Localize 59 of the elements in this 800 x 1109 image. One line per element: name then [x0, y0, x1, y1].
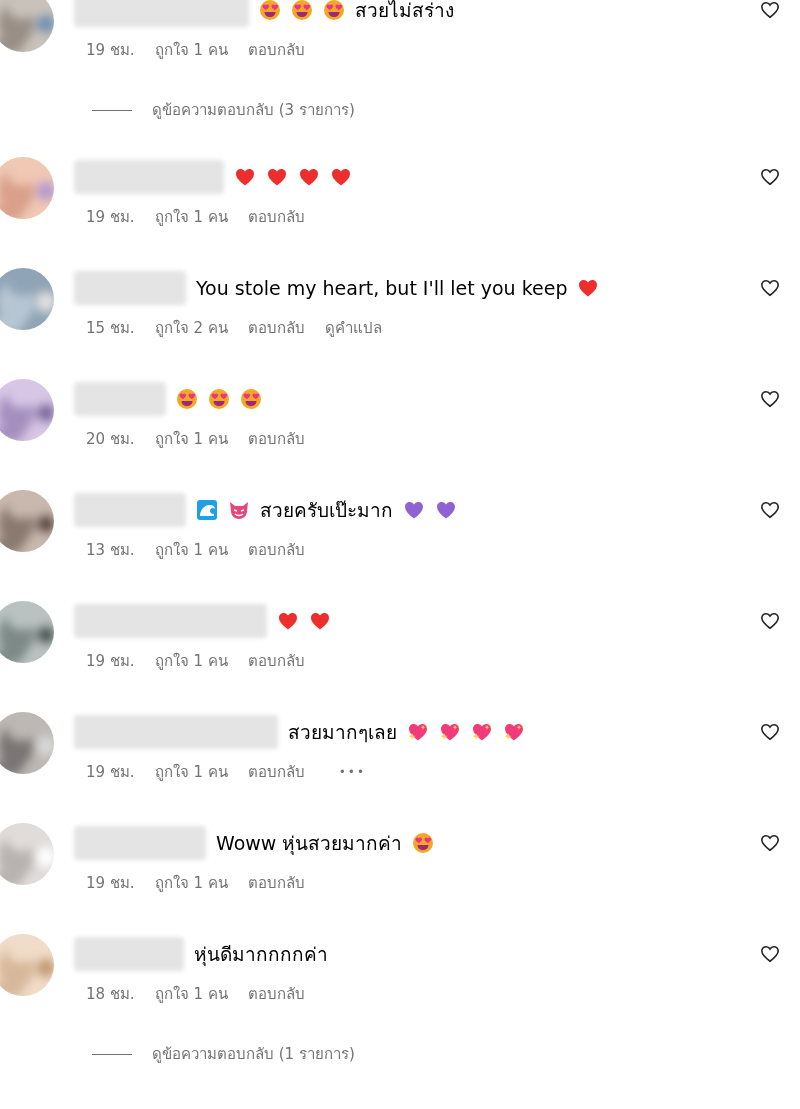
- translate-link[interactable]: ดูคำแปล: [324, 316, 382, 340]
- like-heart-icon[interactable]: [760, 611, 780, 631]
- like-heart-icon[interactable]: [760, 833, 780, 853]
- likes-link[interactable]: ถูกใจ 1 คน: [154, 982, 228, 1006]
- cat-face-icon: [228, 499, 250, 521]
- like-heart-icon[interactable]: [760, 722, 780, 742]
- wave-icon: [196, 499, 218, 521]
- heart-eyes-smiley-icon: [291, 0, 313, 21]
- likes-link[interactable]: ถูกใจ 1 คน: [154, 871, 228, 895]
- likes-link[interactable]: ถูกใจ 1 คน: [154, 649, 228, 673]
- heart-eyes-smiley-icon: [208, 388, 230, 410]
- sparkling-heart-icon: [407, 721, 429, 743]
- comment-time: 19 ชม.: [86, 206, 135, 228]
- reply-link[interactable]: ตอบกลับ: [247, 649, 305, 673]
- more-options-button[interactable]: •••: [338, 763, 366, 781]
- reply-link[interactable]: ตอบกลับ: [247, 982, 305, 1006]
- likes-link[interactable]: ถูกใจ 1 คน: [154, 38, 228, 62]
- heart-eyes-smiley-icon: [240, 388, 262, 410]
- comment-text: สวยไม่สร่าง: [355, 0, 454, 23]
- sparkling-heart-icon: [503, 721, 525, 743]
- comment-time: 20 ชม.: [86, 428, 135, 450]
- heart-eyes-smiley-icon: [412, 832, 435, 854]
- like-heart-icon[interactable]: [760, 944, 780, 964]
- comment-time: 19 ชม.: [86, 872, 135, 894]
- comment-text: Woww หุ่นสวยมากค่า: [216, 830, 403, 857]
- likes-link[interactable]: ถูกใจ 1 คน: [154, 538, 228, 562]
- like-heart-icon[interactable]: [760, 389, 780, 409]
- like-heart-icon[interactable]: [760, 278, 780, 298]
- heart-eyes-smiley-icon: [323, 0, 345, 21]
- reply-link[interactable]: ตอบกลับ: [247, 427, 305, 451]
- reply-link[interactable]: ตอบกลับ: [247, 760, 305, 784]
- comment-time: 19 ชม.: [86, 650, 135, 672]
- comment-text: สวยมากๆเลย: [288, 719, 397, 745]
- likes-link[interactable]: ถูกใจ 1 คน: [154, 427, 228, 451]
- heart-eyes-smiley-icon: [176, 388, 198, 410]
- view-replies-button[interactable]: ดูข้อความตอบกลับ (1 รายการ): [152, 1042, 355, 1066]
- likes-link[interactable]: ถูกใจ 1 คน: [154, 760, 228, 784]
- comment-text: สวยครับเป๊ะมาก: [260, 497, 393, 523]
- likes-link[interactable]: ถูกใจ 1 คน: [154, 205, 228, 229]
- likes-link[interactable]: ถูกใจ 2 คน: [154, 316, 228, 340]
- reply-link[interactable]: ตอบกลับ: [247, 871, 305, 895]
- reply-link[interactable]: ตอบกลับ: [247, 538, 305, 562]
- comment-time: 15 ชม.: [86, 317, 135, 339]
- like-heart-icon[interactable]: [760, 500, 780, 520]
- sparkling-heart-icon: [439, 721, 461, 743]
- reply-link[interactable]: ตอบกลับ: [247, 38, 305, 62]
- comment-text: You stole my heart, but I'll let you keep: [196, 275, 568, 301]
- comment-time: 19 ชม.: [86, 39, 135, 61]
- heart-eyes-smiley-icon: [259, 0, 281, 21]
- comment-time: 19 ชม.: [86, 761, 135, 783]
- comment-time: 13 ชม.: [86, 539, 135, 561]
- comment-text: หุ่นดีมากกกกค่า: [194, 941, 328, 968]
- like-heart-icon[interactable]: [760, 167, 780, 187]
- comment-time: 18 ชม.: [86, 983, 135, 1005]
- sparkling-heart-icon: [471, 721, 493, 743]
- view-replies-button[interactable]: ดูข้อความตอบกลับ (3 รายการ): [152, 98, 355, 122]
- reply-link[interactable]: ตอบกลับ: [247, 205, 305, 229]
- like-heart-icon[interactable]: [760, 0, 780, 20]
- reply-link[interactable]: ตอบกลับ: [247, 316, 305, 340]
